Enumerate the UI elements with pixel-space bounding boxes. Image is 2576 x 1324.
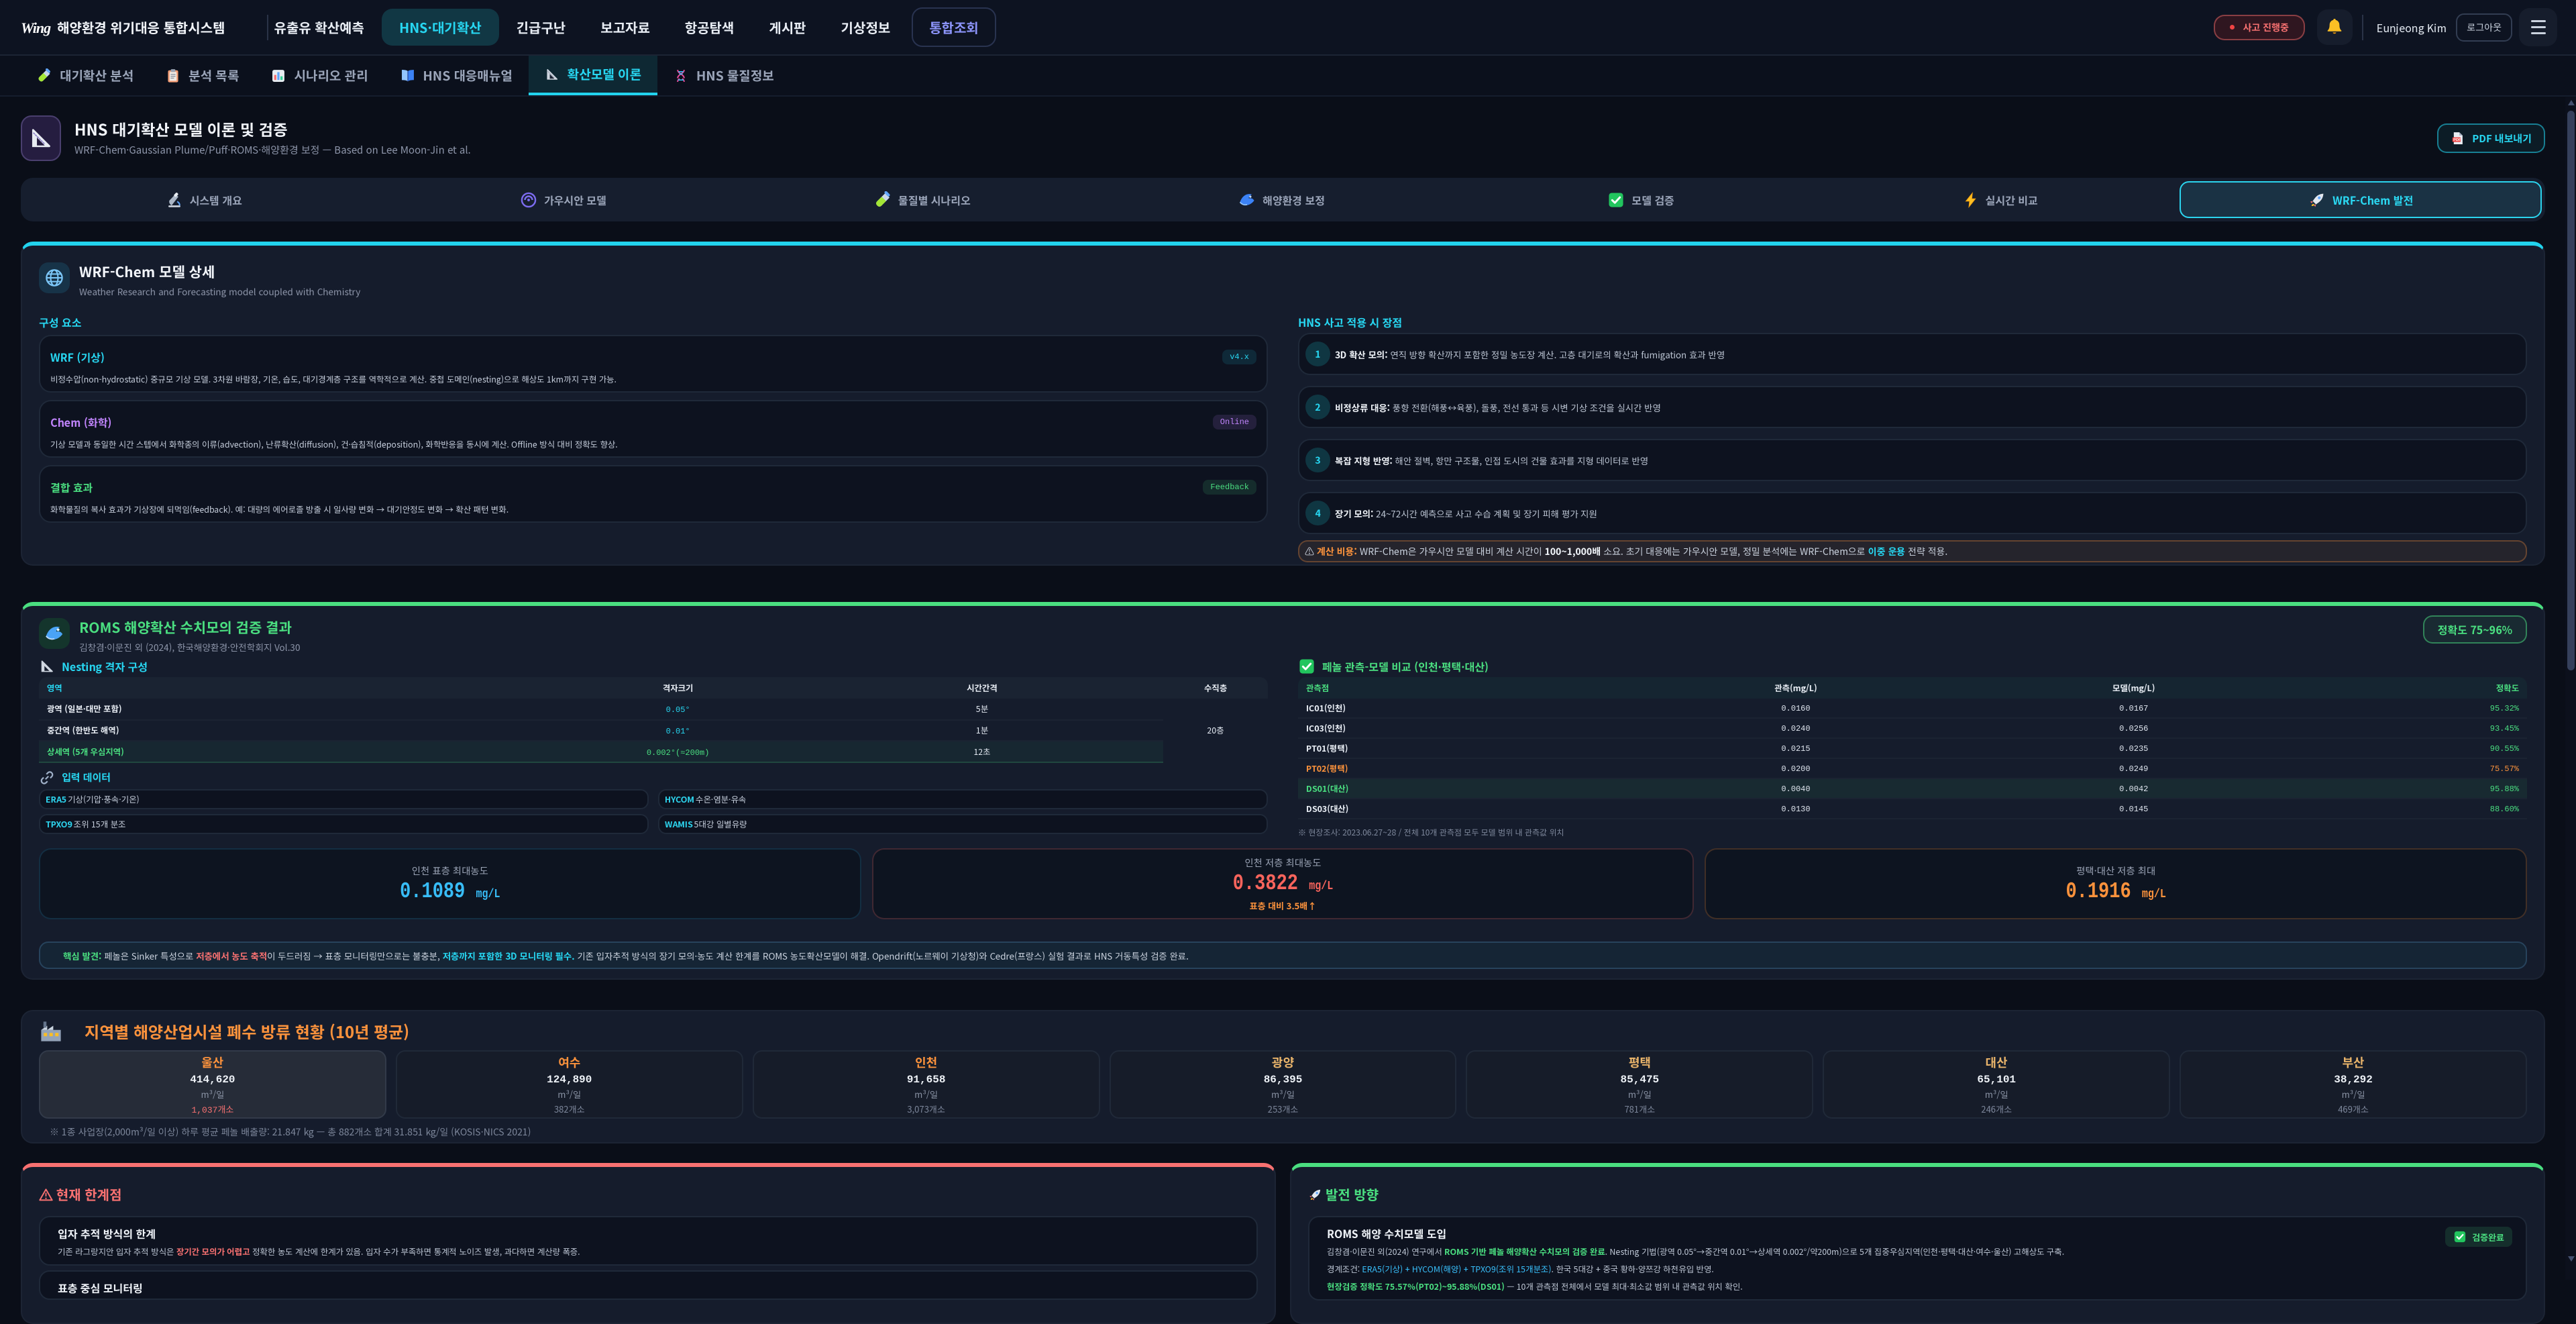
- svg-text:PDF: PDF: [2453, 138, 2461, 142]
